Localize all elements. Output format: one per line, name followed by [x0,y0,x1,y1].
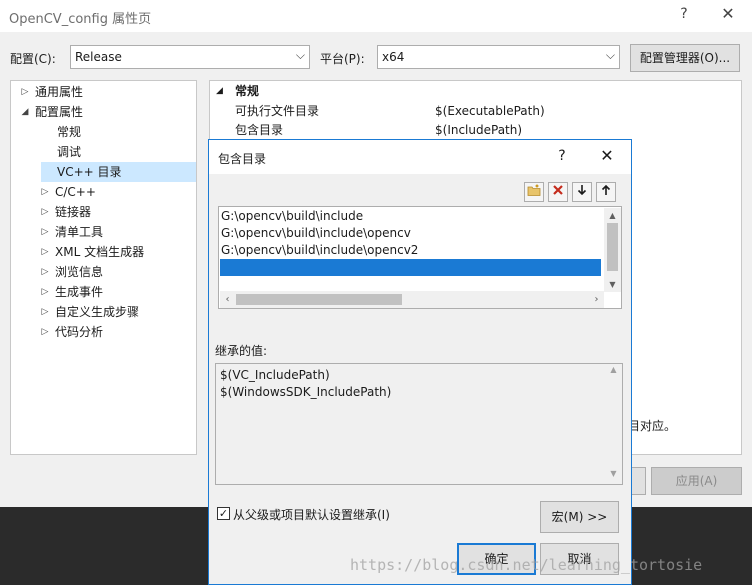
close-button[interactable]: ✕ [716,4,740,23]
expand-icon[interactable]: ▷ [39,322,51,342]
apply-button[interactable]: 应用(A) [651,467,742,495]
collapse-icon[interactable]: ◢ [216,82,223,101]
tree-item-code-analysis[interactable]: ▷ 代码分析 [39,322,189,342]
inherit-checkbox[interactable]: ✓ [217,507,230,520]
list-item[interactable]: G:\opencv\build\include\opencv [221,225,411,242]
config-manager-button[interactable]: 配置管理器(O)... [630,44,740,72]
grid-row-executable-dirs[interactable]: 可执行文件目录 $(ExecutablePath) [210,102,741,121]
watermark: https://blog.csdn.net/learning_tortosie [350,556,703,574]
tree-item-label: 清单工具 [55,225,104,239]
horizontal-scrollbar[interactable]: ‹ › [220,291,604,308]
expand-icon[interactable]: ▷ [19,82,31,102]
macros-button[interactable]: 宏(M) >> [540,501,619,533]
title-bar: OpenCV_config 属性页 ? ✕ [0,0,752,32]
expand-icon[interactable]: ▷ [39,182,51,202]
window-title: OpenCV_config 属性页 [9,12,152,27]
move-down-icon[interactable] [572,182,592,202]
expand-icon[interactable]: ▷ [39,262,51,282]
move-up-icon[interactable] [596,182,616,202]
platform-label: 平台(P): [320,52,365,66]
grid-section-general[interactable]: ◢ 常规 [210,82,741,101]
tree-item-browse-info[interactable]: ▷ 浏览信息 [39,262,189,282]
tree-item-label: 浏览信息 [55,265,104,279]
platform-value: x64 [382,50,405,64]
grid-section-label: 常规 [235,84,260,98]
include-directories-list[interactable]: G:\opencv\build\include G:\opencv\build\… [218,206,622,309]
scroll-down-icon[interactable]: ▼ [606,469,621,478]
help-button[interactable]: ? [672,6,696,22]
tree-item-label: 链接器 [55,205,92,219]
help-button[interactable]: ? [552,148,572,164]
grid-row-name: 包含目录 [235,123,284,137]
expand-icon[interactable]: ▷ [39,222,51,242]
dialog-title-bar: 包含目录 ? ✕ [209,140,631,174]
scroll-right-icon[interactable]: › [589,291,604,308]
chevron-down-icon: ⌵ [295,48,305,62]
close-button[interactable]: ✕ [595,146,619,165]
grid-row-value: $(ExecutablePath) [435,104,545,118]
tree-item-label: VC++ 目录 [57,165,122,179]
tree-item-vc-directories[interactable]: VC++ 目录 [41,162,196,182]
tree-item-linker[interactable]: ▷ 链接器 [39,202,189,222]
vertical-scrollbar[interactable]: ▲ ▼ [604,208,621,292]
list-item[interactable]: G:\opencv\build\include\opencv2 [221,242,418,259]
tree-item-label: C/C++ [55,185,96,199]
inherited-values-box: $(VC_IncludePath) $(WindowsSDK_IncludePa… [215,363,623,485]
tree-item-label: 生成事件 [55,285,104,299]
delete-icon[interactable] [548,182,568,202]
inherited-value: $(VC_IncludePath) [220,368,330,382]
new-folder-icon[interactable] [524,182,544,202]
config-value: Release [75,50,122,64]
tree-item-config-properties[interactable]: ◢ 配置属性 [19,102,195,122]
config-label: 配置(C): [10,52,56,66]
tree-item-common-properties[interactable]: ▷ 通用属性 [19,82,195,102]
expand-icon[interactable]: ▷ [39,282,51,302]
property-description: 目对应。 [628,419,677,433]
include-directories-dialog: 包含目录 ? ✕ G:\opencv\build\include G:\open… [208,139,632,585]
expand-icon[interactable]: ▷ [39,302,51,322]
grid-row-value: $(IncludePath) [435,123,523,137]
property-tree: ▷ 通用属性 ◢ 配置属性 常规 调试 VC++ 目录 ▷ C/C++ ▷ 链接… [10,80,197,455]
config-dropdown[interactable]: Release ⌵ [70,45,310,69]
tree-item-label: 通用属性 [35,85,84,99]
dialog-title: 包含目录 [218,152,267,166]
tree-item-label: 自定义生成步骤 [55,305,140,319]
tree-item-xml-doc-generator[interactable]: ▷ XML 文档生成器 [39,242,189,262]
vertical-scrollbar[interactable]: ▲ ▼ [606,365,621,483]
list-item-editing[interactable] [220,259,601,276]
tree-item-label: 常规 [57,125,82,139]
grid-row-include-dirs[interactable]: 包含目录 $(IncludePath) [210,121,741,140]
scroll-left-icon[interactable]: ‹ [220,291,235,308]
tree-item-label: 调试 [57,145,82,159]
tree-item-cpp[interactable]: ▷ C/C++ [39,182,189,202]
tree-item-custom-build-step[interactable]: ▷ 自定义生成步骤 [39,302,189,322]
tree-item-manifest-tool[interactable]: ▷ 清单工具 [39,222,189,242]
tree-item-label: 配置属性 [35,105,84,119]
scroll-thumb[interactable] [236,294,402,305]
tree-item-build-events[interactable]: ▷ 生成事件 [39,282,189,302]
inherited-value: $(WindowsSDK_IncludePath) [220,385,392,399]
inherit-checkbox-label[interactable]: 从父级或项目默认设置继承(I) [233,506,390,523]
tree-item-debugging[interactable]: 调试 [41,142,191,162]
expand-icon[interactable]: ▷ [39,202,51,222]
scroll-down-icon[interactable]: ▼ [604,277,621,292]
grid-row-name: 可执行文件目录 [235,104,320,118]
scroll-up-icon[interactable]: ▲ [604,208,621,223]
scroll-thumb[interactable] [607,223,618,271]
tree-item-general[interactable]: 常规 [41,122,191,142]
chevron-down-icon: ⌵ [605,48,615,62]
tree-item-label: 代码分析 [55,325,104,339]
collapse-icon[interactable]: ◢ [19,102,31,122]
platform-dropdown[interactable]: x64 ⌵ [377,45,620,69]
tree-item-label: XML 文档生成器 [55,245,145,259]
scroll-up-icon[interactable]: ▲ [606,365,621,374]
list-item[interactable]: G:\opencv\build\include [221,208,363,225]
inherited-values-label: 继承的值: [215,344,268,358]
expand-icon[interactable]: ▷ [39,242,51,262]
